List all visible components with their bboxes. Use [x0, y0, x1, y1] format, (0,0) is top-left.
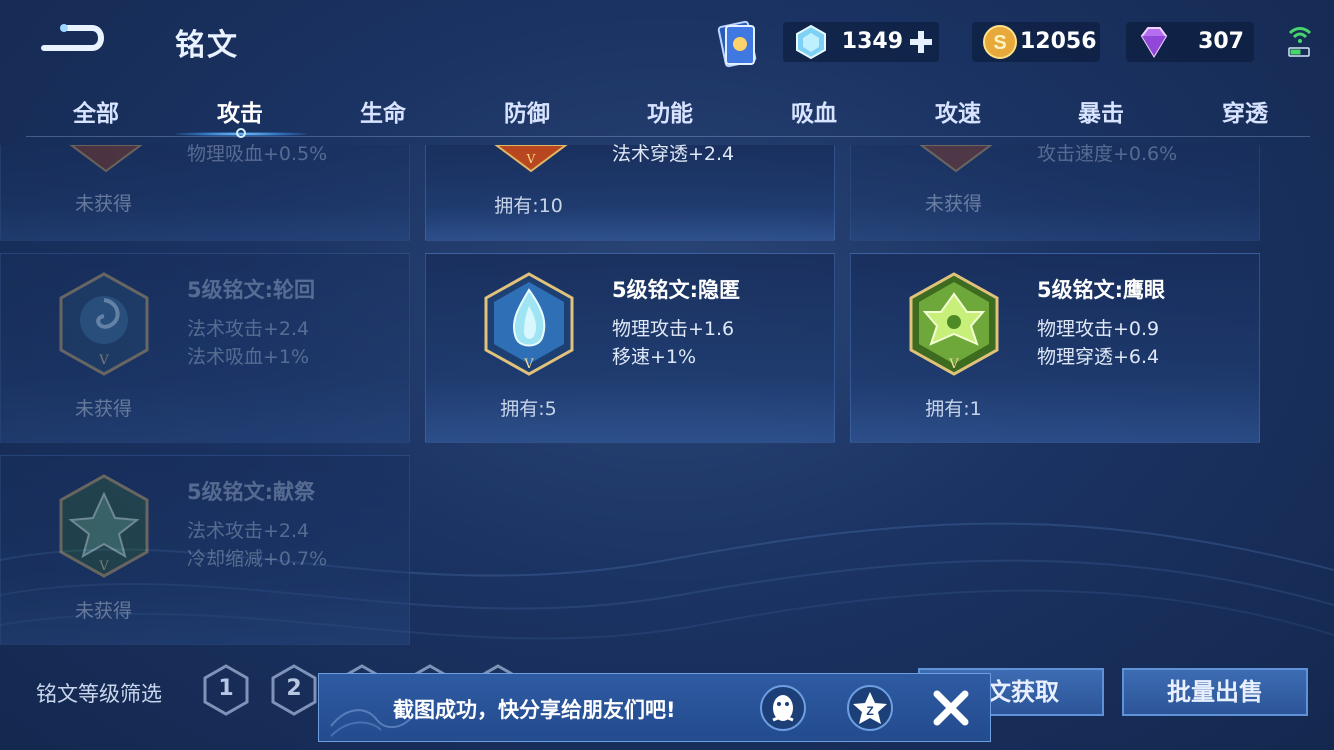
inscription-attr: 冷却缩减+0.7% [187, 548, 328, 570]
svg-text:V: V [98, 559, 109, 574]
page-title: 铭文 [175, 28, 239, 63]
coupon-currency: 1349 [783, 22, 939, 62]
inscription-attr: 法术穿透+2.4 [612, 143, 735, 165]
level-filter-1[interactable]: 1 [202, 664, 250, 716]
tab-defense[interactable]: 防御 [467, 94, 587, 128]
svg-text:V: V [523, 357, 534, 372]
svg-text:V: V [526, 152, 536, 166]
inscription-name: 5级铭文:鹰眼 [1037, 278, 1166, 302]
inscription-attr: 法术吸血+1% [187, 346, 310, 368]
svg-text:Z: Z [866, 704, 873, 718]
level-filter-label: 铭文等级筛选 [36, 682, 162, 706]
bulk-sell-button[interactable]: 批量出售 [1122, 668, 1308, 716]
flame-emblem-icon: V [484, 272, 574, 376]
close-icon[interactable] [931, 688, 971, 728]
inscription-owned: 未获得 [74, 193, 132, 215]
inscription-owned: 未获得 [924, 193, 982, 215]
svg-text:V: V [948, 357, 959, 372]
tab-health[interactable]: 生命 [323, 94, 443, 128]
inscription-emblem-icon [69, 145, 143, 173]
tab-attack[interactable]: 攻击 [180, 94, 300, 128]
level-filter-label-1: 1 [218, 676, 234, 701]
coupon-icon [796, 24, 826, 60]
swirl-emblem-icon: V [59, 272, 149, 376]
inscription-card[interactable]: V 法术穿透+2.4 拥有:10 [425, 143, 835, 241]
gold-amount: 12056 [1020, 29, 1097, 54]
inscription-owned: 未获得 [74, 600, 132, 622]
inscription-owned: 拥有:1 [925, 398, 982, 420]
inscription-name: 5级铭文:隐匿 [612, 278, 741, 302]
inscription-attr: 法术攻击+2.4 [187, 520, 310, 542]
screenshot-share-toast: 截图成功，快分享给朋友们吧! Z [318, 673, 991, 742]
inscription-card-hawkeye[interactable]: V 5级铭文:鹰眼 物理攻击+0.9 物理穿透+6.4 拥有:1 [850, 253, 1260, 443]
inscription-card-icon[interactable] [712, 18, 764, 70]
back-icon[interactable] [38, 18, 112, 62]
inscription-card[interactable]: 攻击速度+0.6% 未获得 [850, 143, 1260, 241]
add-coupon-button[interactable] [909, 30, 933, 54]
inscription-attr: 移速+1% [612, 346, 697, 368]
inscription-attr: 法术攻击+2.4 [187, 318, 310, 340]
leaf-emblem-icon: V [909, 272, 999, 376]
category-tabs: 全部 攻击 生命 防御 功能 吸血 攻速 暴击 穿透 [26, 88, 1310, 138]
star-emblem-icon: V [59, 474, 149, 578]
coupon-amount: 1349 [841, 29, 903, 54]
inscription-attr: 物理吸血+0.5% [187, 143, 328, 165]
tab-all[interactable]: 全部 [36, 94, 156, 128]
inscription-owned: 拥有:5 [500, 398, 557, 420]
inscription-owned: 未获得 [74, 398, 132, 420]
inscription-card-stealth[interactable]: V 5级铭文:隐匿 物理攻击+1.6 移速+1% 拥有:5 [425, 253, 835, 443]
inscription-name: 5级铭文:轮回 [187, 278, 316, 302]
wifi-battery-icon [1288, 27, 1312, 57]
active-tab-dot-icon [236, 128, 246, 138]
inscription-card-samsara[interactable]: V 5级铭文:轮回 法术攻击+2.4 法术吸血+1% 未获得 [0, 253, 410, 443]
qzone-share-icon[interactable]: Z [846, 684, 894, 732]
inscription-card[interactable]: 物理吸血+0.5% 未获得 [0, 143, 410, 241]
inscription-name: 5级铭文:献祭 [187, 480, 316, 504]
tab-critical[interactable]: 暴击 [1041, 94, 1161, 128]
inscription-owned: 拥有:10 [494, 195, 563, 217]
tab-lifesteal[interactable]: 吸血 [754, 94, 874, 128]
svg-text:S: S [993, 32, 1006, 54]
tab-function[interactable]: 功能 [610, 94, 730, 128]
inscription-attr: 物理攻击+1.6 [612, 318, 735, 340]
inscription-emblem-icon: V [494, 145, 568, 173]
inscription-emblem-icon [919, 145, 993, 173]
svg-text:V: V [98, 353, 109, 368]
qq-share-icon[interactable] [759, 684, 807, 732]
gold-currency: S 12056 [972, 22, 1100, 62]
inscription-attr: 攻击速度+0.6% [1037, 143, 1178, 165]
inscription-attr: 物理攻击+0.9 [1037, 318, 1160, 340]
inscription-attr: 物理穿透+6.4 [1037, 346, 1160, 368]
diamond-amount: 307 [1198, 29, 1244, 54]
top-bar: 铭文 1349 S 12056 307 [0, 0, 1334, 85]
tab-attack-speed[interactable]: 攻速 [898, 94, 1018, 128]
level-filter-2[interactable]: 2 [270, 664, 318, 716]
diamond-currency: 307 [1126, 22, 1254, 62]
diamond-icon [1140, 27, 1168, 58]
level-filter-label-2: 2 [286, 676, 302, 701]
gold-coin-icon: S [983, 25, 1017, 59]
toast-message: 截图成功，快分享给朋友们吧! [393, 698, 676, 722]
inscription-card-sacrifice[interactable]: V 5级铭文:献祭 法术攻击+2.4 冷却缩减+0.7% 未获得 [0, 455, 410, 645]
tab-penetration[interactable]: 穿透 [1185, 94, 1305, 128]
